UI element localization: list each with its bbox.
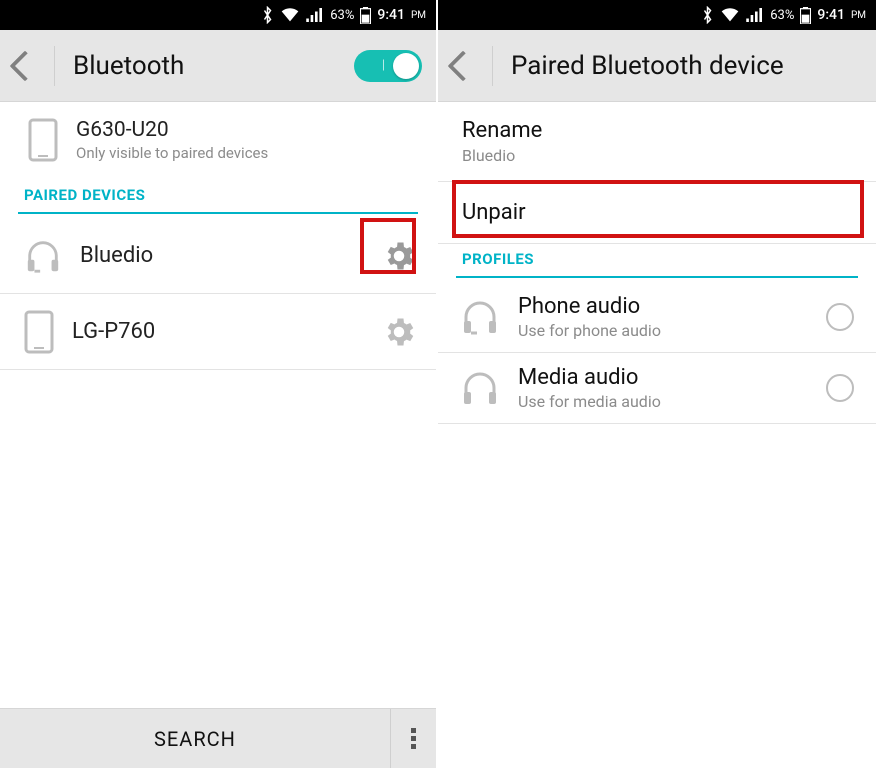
footer-bar: SEARCH <box>0 708 436 768</box>
overflow-menu-button[interactable] <box>390 709 436 768</box>
screen-paired-device: 63% 9:41 PM Paired Bluetooth device Rena… <box>438 0 876 768</box>
headphones-icon <box>24 237 62 275</box>
phone-icon <box>28 118 58 162</box>
self-device-text: G630-U20 Only visible to paired devices <box>76 118 268 162</box>
battery-icon <box>360 7 371 24</box>
bluetooth-icon <box>701 6 714 24</box>
signal-icon <box>306 8 324 22</box>
profile-title: Media audio <box>518 365 661 390</box>
header-divider <box>54 46 55 86</box>
header-bar: Paired Bluetooth device <box>438 30 876 102</box>
signal-icon <box>746 8 764 22</box>
profile-text: Phone audio Use for phone audio <box>518 294 661 340</box>
self-device-subtitle: Only visible to paired devices <box>76 144 268 162</box>
paired-device-lg[interactable]: LG-P760 <box>0 294 436 370</box>
profile-subtitle: Use for media audio <box>518 392 661 411</box>
device-settings-button[interactable] <box>378 311 420 353</box>
paired-devices-label: PAIRED DEVICES <box>0 180 436 212</box>
search-button[interactable]: SEARCH <box>0 727 390 751</box>
rename-item[interactable]: Rename Bluedio <box>438 102 876 182</box>
toggle-indicator: | <box>382 58 385 73</box>
rename-value: Bluedio <box>462 146 852 165</box>
headphones-icon <box>460 368 500 408</box>
section-underline <box>18 212 418 214</box>
wifi-icon <box>280 8 300 23</box>
content-area: G630-U20 Only visible to paired devices … <box>0 102 436 768</box>
highlight-box <box>452 180 864 238</box>
back-icon[interactable] <box>447 50 478 81</box>
profile-checkbox[interactable] <box>826 374 854 402</box>
page-title: Bluetooth <box>73 51 340 81</box>
clock-time: 9:41 <box>377 7 405 23</box>
profile-subtitle: Use for phone audio <box>518 321 661 340</box>
profile-phone-audio[interactable]: Phone audio Use for phone audio <box>438 282 876 353</box>
section-underline <box>456 276 858 278</box>
battery-percent: 63% <box>770 8 794 23</box>
header-bar: Bluetooth | <box>0 30 436 102</box>
rename-label: Rename <box>462 118 852 143</box>
profiles-label: PROFILES <box>438 244 876 276</box>
self-device-name: G630-U20 <box>76 118 268 142</box>
clock-ampm: PM <box>851 10 866 21</box>
profile-media-audio[interactable]: Media audio Use for media audio <box>438 353 876 424</box>
clock-time: 9:41 <box>817 7 845 23</box>
self-device-row[interactable]: G630-U20 Only visible to paired devices <box>0 102 436 180</box>
page-title: Paired Bluetooth device <box>511 51 862 81</box>
headset-icon <box>460 297 500 337</box>
device-name: LG-P760 <box>72 319 360 344</box>
clock-ampm: PM <box>411 10 426 21</box>
status-bar: 63% 9:41 PM <box>438 0 876 30</box>
back-icon[interactable] <box>9 50 40 81</box>
battery-icon <box>800 7 811 24</box>
bluetooth-toggle[interactable]: | <box>354 50 422 82</box>
screen-bluetooth: 63% 9:41 PM Bluetooth | G630-U20 Only vi… <box>0 0 438 768</box>
header-divider <box>492 46 493 86</box>
phone-icon <box>24 310 54 354</box>
wifi-icon <box>720 8 740 23</box>
status-bar: 63% 9:41 PM <box>0 0 436 30</box>
battery-percent: 63% <box>330 8 354 23</box>
profile-checkbox[interactable] <box>826 303 854 331</box>
profile-text: Media audio Use for media audio <box>518 365 661 411</box>
highlight-box <box>360 218 416 274</box>
bluetooth-icon <box>261 6 274 24</box>
device-name: Bluedio <box>80 243 360 268</box>
profile-title: Phone audio <box>518 294 661 319</box>
